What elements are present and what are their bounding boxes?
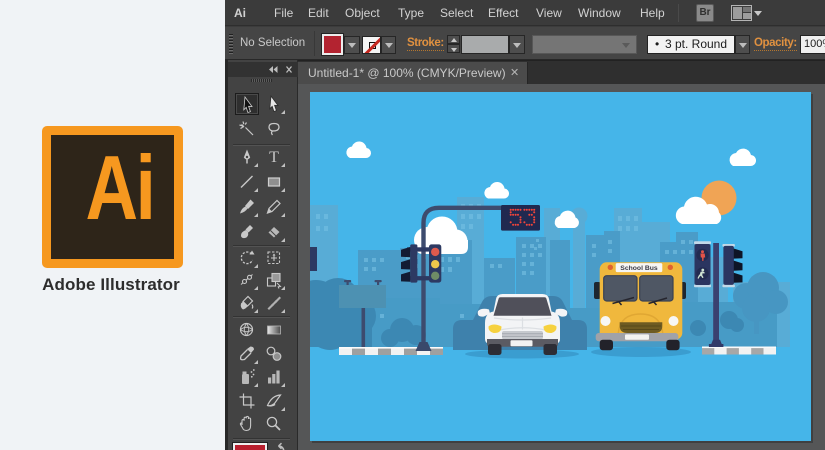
svg-text:T: T (269, 149, 279, 166)
svg-text:School Bus: School Bus (620, 265, 658, 272)
